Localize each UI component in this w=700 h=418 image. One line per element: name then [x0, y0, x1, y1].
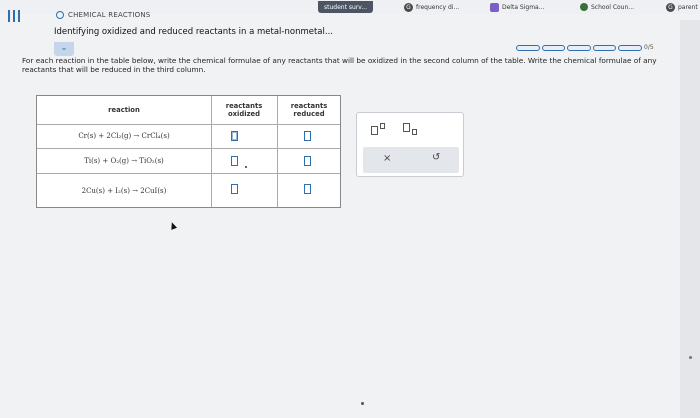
reaction-cell: Ti(s) + O₂(g) → TiO₂(s) [84, 156, 164, 165]
page-header: CHEMICAL REACTIONS Identifying oxidized … [0, 0, 700, 45]
menu-icon[interactable] [8, 8, 20, 24]
answer-table: reaction reactants oxidized reactants re… [36, 95, 341, 208]
header-reactants-reduced: reactants reduced [290, 102, 328, 118]
palette-actions: × ↺ [363, 147, 459, 173]
progress-bar [516, 45, 642, 53]
oxidized-input-row-1[interactable] [231, 131, 238, 141]
page-title: Identifying oxidized and reduced reactan… [54, 27, 333, 37]
topic-text: CHEMICAL REACTIONS [68, 11, 151, 19]
formula-tool-palette: × ↺ [356, 112, 464, 177]
header-reaction: reaction [108, 106, 140, 114]
question-instructions: For each reaction in the table below, wr… [22, 56, 657, 74]
topic-circle-icon [56, 11, 64, 19]
progress-segment [541, 45, 566, 51]
mouse-cursor-icon [168, 221, 178, 230]
progress-segment [592, 45, 617, 51]
decorative-dot [361, 402, 364, 405]
reduced-input-row-3[interactable] [304, 184, 311, 194]
progress-segment [516, 45, 540, 51]
reduced-input-row-2[interactable] [304, 156, 311, 166]
reaction-cell: Cr(s) + 2Cl₂(g) → CrCl₄(s) [78, 132, 170, 140]
reduced-input-row-1[interactable] [304, 131, 311, 141]
reaction-cell: 2Cu(s) + I₂(s) → 2CuI(s) [81, 186, 167, 195]
progress-count: 0/5 [644, 44, 654, 51]
separator-dot [245, 166, 247, 168]
decorative-dot [689, 356, 692, 359]
palette-templates [357, 113, 463, 147]
oxidized-input-row-3[interactable] [231, 184, 238, 194]
oxidized-input-row-2[interactable] [231, 156, 238, 166]
close-icon[interactable]: × [383, 153, 391, 164]
subscript-icon[interactable] [403, 123, 419, 137]
topic-label: CHEMICAL REACTIONS [56, 11, 150, 19]
progress-segment [618, 45, 642, 51]
header-reactants-oxidized: reactants oxidized [225, 102, 263, 118]
superscript-icon[interactable] [371, 123, 387, 135]
collapse-button[interactable]: ⌄ [54, 42, 74, 56]
progress-segment [567, 45, 591, 51]
undo-icon[interactable]: ↺ [432, 152, 440, 163]
chevron-down-icon: ⌄ [60, 43, 68, 53]
